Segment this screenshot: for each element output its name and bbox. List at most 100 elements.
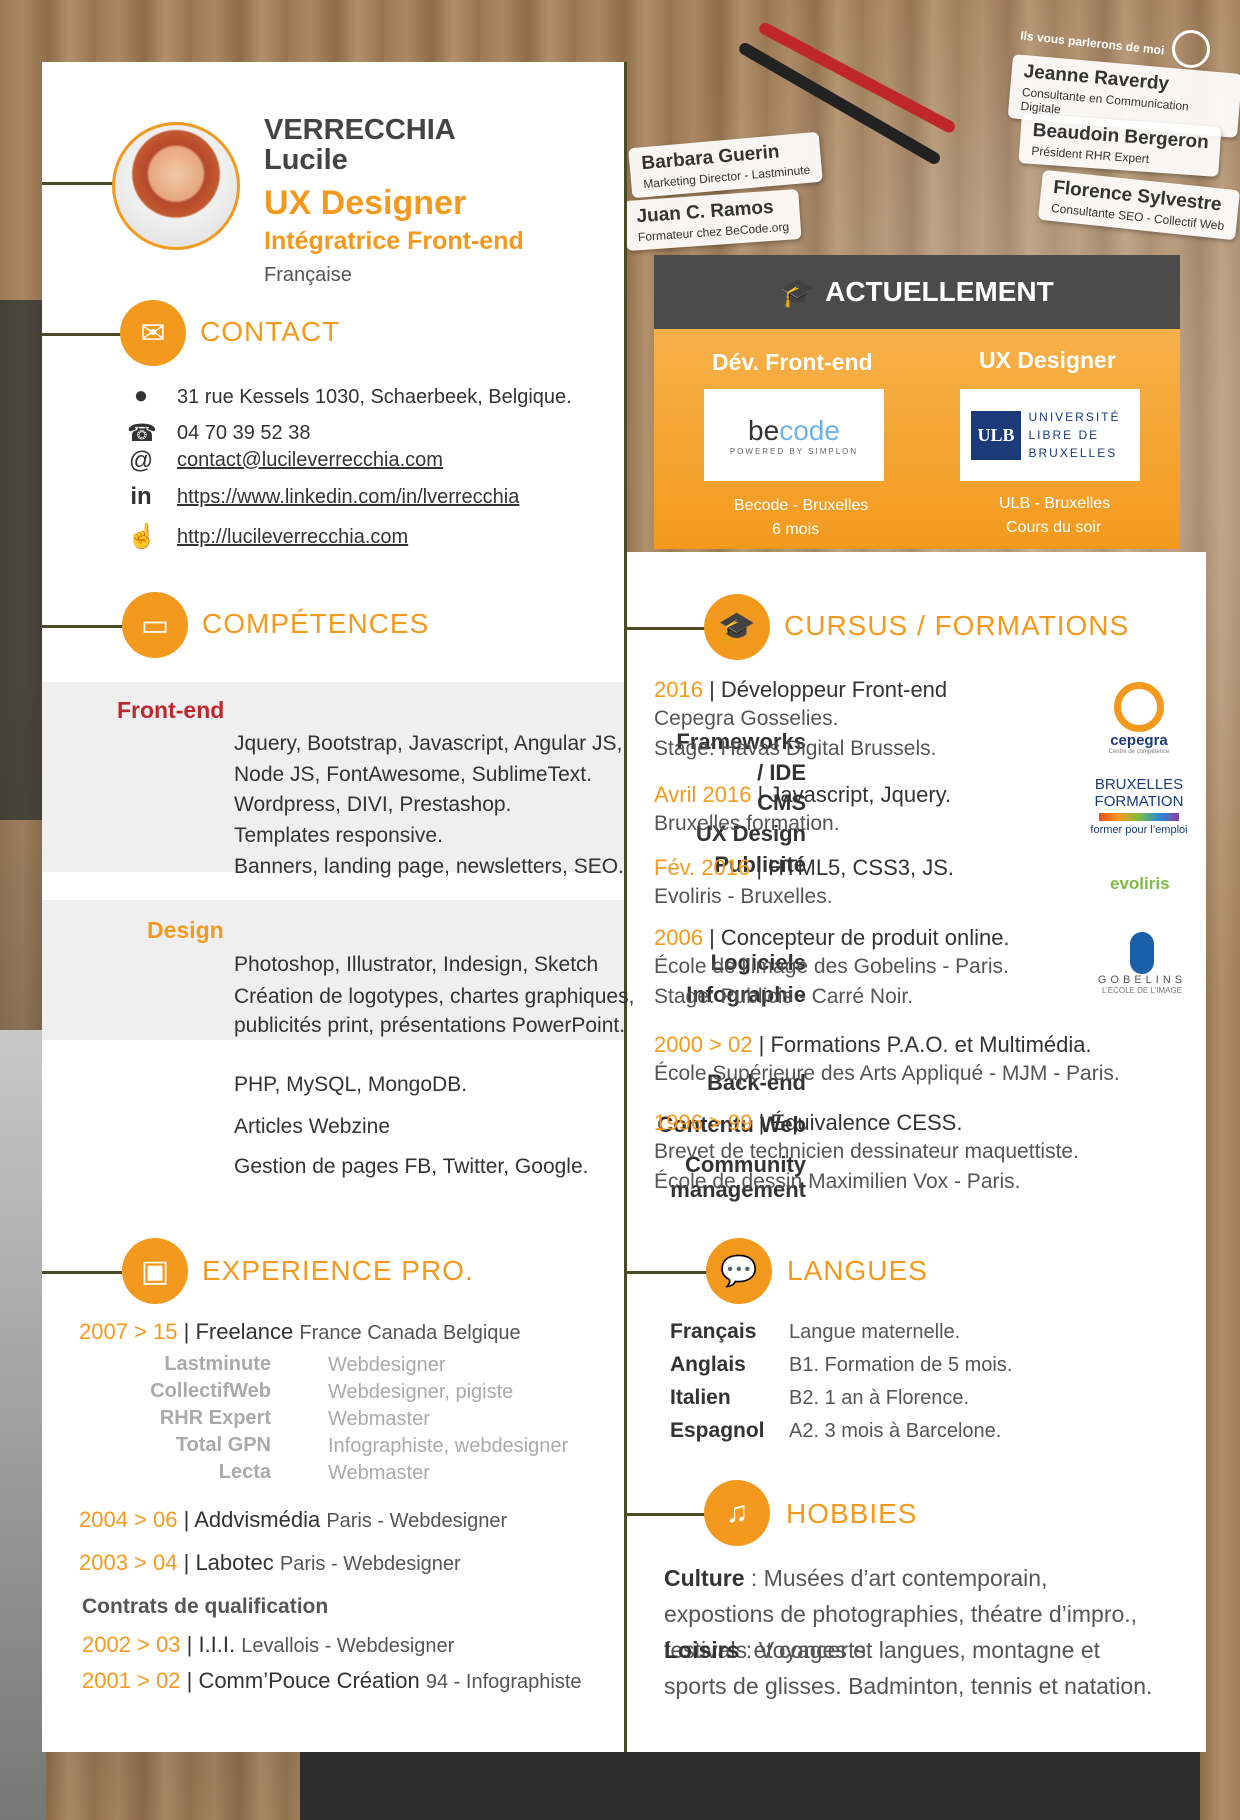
language-name: Espagnol xyxy=(670,1419,765,1442)
education-line: École de l’image des Gobelins - Paris. xyxy=(654,955,1009,978)
client-name: Total GPN xyxy=(175,1434,271,1456)
experience-detail: Paris - Webdesigner xyxy=(326,1510,508,1532)
education-line: Cepegra Gosselies. xyxy=(654,707,839,730)
cepegra-name: cepegra xyxy=(1110,732,1168,749)
education-line: Brevet de technicien dessinateur maquett… xyxy=(654,1140,1079,1163)
client-name: RHR Expert xyxy=(159,1407,271,1429)
separator: | xyxy=(750,855,769,880)
profile-photo xyxy=(112,122,240,250)
language-name: Français xyxy=(670,1320,757,1343)
education-year: 2006 xyxy=(654,925,703,950)
experience-years: 2002 > 03 xyxy=(82,1632,181,1657)
education-title: CURSUS / FORMATIONS xyxy=(784,610,1130,641)
experience-entry: 2003 > 04 | Labotec Paris - Webdesigner xyxy=(79,1550,461,1576)
contact-website-link[interactable]: http://lucileverrecchia.com xyxy=(177,526,408,549)
bxl-colorbar xyxy=(1099,813,1179,821)
skill-value: Banners, landing page, newsletters, SEO. xyxy=(234,855,624,878)
education-year: Avril 2016 xyxy=(654,782,752,807)
column-divider xyxy=(624,62,627,1752)
gobelins-mark xyxy=(1130,932,1154,974)
client-role: Webmaster xyxy=(328,1408,430,1430)
first-name: Lucile xyxy=(264,144,348,176)
section-connector xyxy=(42,1271,122,1274)
education-entry: Avril 2016 | Javascript, Jquery. xyxy=(654,782,951,808)
bxl-line3: former pour l’emploi xyxy=(1090,824,1188,836)
experience-detail: Levallois - Webdesigner xyxy=(241,1635,455,1657)
last-name: VERRECCHIA xyxy=(264,114,456,146)
experience-entry: 2004 > 06 | Addvismédia Paris - Webdesig… xyxy=(79,1507,507,1533)
contact-linkedin-link[interactable]: https://www.linkedin.com/in/lverrecchia xyxy=(177,486,519,509)
hobbies-leisure: Loisirs : Voyages et langues, montagne e… xyxy=(664,1632,1154,1704)
separator: | xyxy=(702,925,721,950)
skill-value: Création de logotypes, chartes graphique… xyxy=(234,985,635,1008)
location-pin-icon: ● xyxy=(133,382,149,409)
resume-card: VERRECCHIA Lucile UX Designer Intégratri… xyxy=(42,62,1206,1752)
experience-detail: 94 - Infographiste xyxy=(425,1671,582,1693)
language-level: A2. 3 mois à Barcelone. xyxy=(789,1420,1002,1442)
language-level: B2. 1 an à Florence. xyxy=(789,1387,970,1409)
contact-phone: 04 70 39 52 38 xyxy=(177,422,311,444)
skill-value: Jquery, Bootstrap, Javascript, Angular J… xyxy=(234,732,623,755)
education-title-text: HTML5, CSS3, JS. xyxy=(768,855,955,880)
gobelins-name: GOBELINS xyxy=(1097,974,1187,986)
education-line: Stage: Publicis - Carré Noir. xyxy=(654,985,914,1008)
skill-value: PHP, MySQL, MongoDB. xyxy=(234,1073,468,1096)
experience-years: 2007 > 15 xyxy=(79,1319,178,1344)
separator: | xyxy=(183,1507,195,1532)
section-connector xyxy=(627,627,707,630)
experience-name: Addvismédia xyxy=(194,1507,321,1532)
envelope-icon: ✉ xyxy=(120,300,186,366)
separator: | xyxy=(751,782,770,807)
education-title-text: Équivalence CESS. xyxy=(770,1110,963,1135)
experience-name: Freelance xyxy=(195,1319,294,1344)
laptop-photo xyxy=(0,1030,46,1820)
client-name: CollectifWeb xyxy=(150,1380,271,1402)
at-icon: @ xyxy=(128,447,154,474)
education-line: Bruxelles formation. xyxy=(654,812,840,835)
experience-name: Comm’Pouce Création xyxy=(198,1668,420,1693)
contact-address: 31 rue Kessels 1030, Schaerbeek, Belgiqu… xyxy=(177,386,572,408)
skill-value: Photoshop, Illustrator, Indesign, Sketch xyxy=(234,953,599,976)
skill-value: publicités print, présentations PowerPoi… xyxy=(234,1014,626,1037)
education-title-text: Javascript, Jquery. xyxy=(769,782,952,807)
language-name: Anglais xyxy=(670,1353,746,1376)
client-name: Lecta xyxy=(218,1461,271,1483)
education-year: Fév. 2016 xyxy=(654,855,751,880)
pointer-hand-icon: ☝ xyxy=(127,523,157,550)
header-connector xyxy=(42,182,114,185)
hobbies-culture-label: Culture xyxy=(664,1565,745,1591)
client-name: Lastminute xyxy=(164,1353,271,1375)
separator: | xyxy=(752,1110,771,1135)
music-note-icon: ♫ xyxy=(704,1480,770,1546)
education-line: Evoliris - Bruxelles. xyxy=(654,885,833,908)
job-title: UX Designer xyxy=(264,184,467,222)
contact-email-link[interactable]: contact@lucileverrecchia.com xyxy=(177,449,443,472)
education-entry: 2000 > 02 | Formations P.A.O. et Multimé… xyxy=(654,1032,1092,1058)
separator: | xyxy=(186,1668,199,1693)
education-line: École de dessin Maximilien Vox - Paris. xyxy=(654,1170,1021,1193)
education-entry: 2016 | Développeur Front-end xyxy=(654,677,947,703)
section-connector xyxy=(42,333,122,336)
separator: | xyxy=(186,1632,199,1657)
skill-value: Articles Webzine xyxy=(234,1115,391,1138)
experience-entry: 2001 > 02 | Comm’Pouce Création 94 - Inf… xyxy=(82,1668,582,1694)
frontend-heading: Front-end xyxy=(117,697,225,723)
cepegra-logo: cepegra Centre de compétence xyxy=(1084,682,1194,755)
language-level: B1. Formation de 5 mois. xyxy=(789,1354,1013,1376)
education-title-text: Formations P.A.O. et Multimédia. xyxy=(770,1032,1092,1057)
experience-detail: Paris - Webdesigner xyxy=(279,1553,461,1575)
education-entry: 1996 > 99 | Équivalence CESS. xyxy=(654,1110,962,1136)
skill-value: Wordpress, DIVI, Prestashop. xyxy=(234,793,512,816)
keyboard-photo xyxy=(300,1745,1200,1820)
cepegra-tagline: Centre de compétence xyxy=(1108,749,1170,755)
nationality: Française xyxy=(264,264,352,286)
contracts-title: Contrats de qualification xyxy=(82,1595,329,1618)
monitor-icon: ▭ xyxy=(122,592,188,658)
education-line: École Supérieure des Arts Appliqué - MJM… xyxy=(654,1062,1120,1085)
client-role: Infographiste, webdesigner xyxy=(328,1435,569,1457)
experience-years: 2001 > 02 xyxy=(82,1668,181,1693)
speech-bubble-icon: 💬 xyxy=(706,1238,772,1304)
experience-entry: 2002 > 03 | I.I.I. Levallois - Webdesign… xyxy=(82,1632,454,1658)
education-title-text: Développeur Front-end xyxy=(720,677,948,702)
design-heading: Design xyxy=(147,917,224,943)
